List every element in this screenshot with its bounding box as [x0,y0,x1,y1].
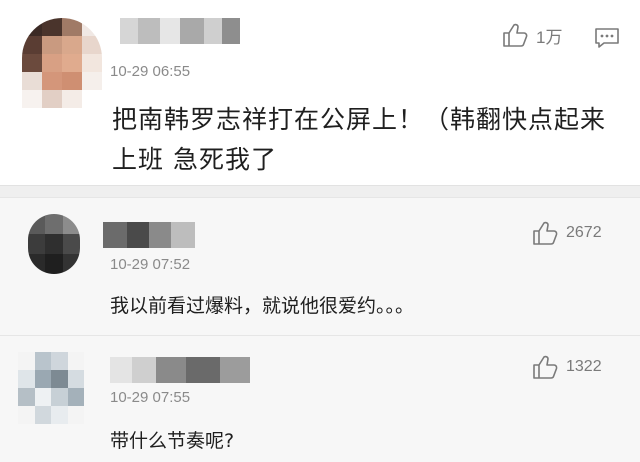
comment-content-line: 把南韩罗志祥打在公屏上！（韩翻快点起来 [112,105,607,134]
comment-timestamp: 10-29 06:55 [110,63,191,80]
comment-thread: 10-29 06:55 把南韩罗志祥打在公屏上！（韩翻快点起来 上班 急死我了 … [0,0,640,462]
comment-content: 我以前看过爆料，就说他很爱约。。。 [110,295,415,317]
avatar[interactable] [28,214,80,274]
comment-timestamp: 10-29 07:52 [110,256,191,273]
thumbs-up-icon [502,22,528,48]
comment-content: 把南韩罗志祥打在公屏上！（韩翻快点起来 上班 急死我了 [112,100,612,180]
thumbs-up-icon [532,354,558,380]
like-count: 1322 [566,358,602,375]
comment-content-line: 上班 急死我了 [112,145,277,174]
username-blurred[interactable] [103,222,195,248]
avatar[interactable] [22,18,102,108]
username-blurred[interactable] [110,357,250,383]
comment-timestamp: 10-29 07:55 [110,389,191,406]
username-blurred[interactable] [120,18,240,44]
like-button[interactable]: 1万 [502,22,562,48]
like-count: 1万 [536,27,563,47]
like-button[interactable]: 1322 [532,354,602,380]
like-count: 2672 [566,224,602,241]
comment-content: 带什么节奏呢? [110,430,235,452]
like-button[interactable]: 2672 [532,220,602,246]
comment-icon [594,28,620,54]
avatar[interactable] [18,352,84,424]
reply-button[interactable] [594,26,620,54]
thumbs-up-icon [532,220,558,246]
